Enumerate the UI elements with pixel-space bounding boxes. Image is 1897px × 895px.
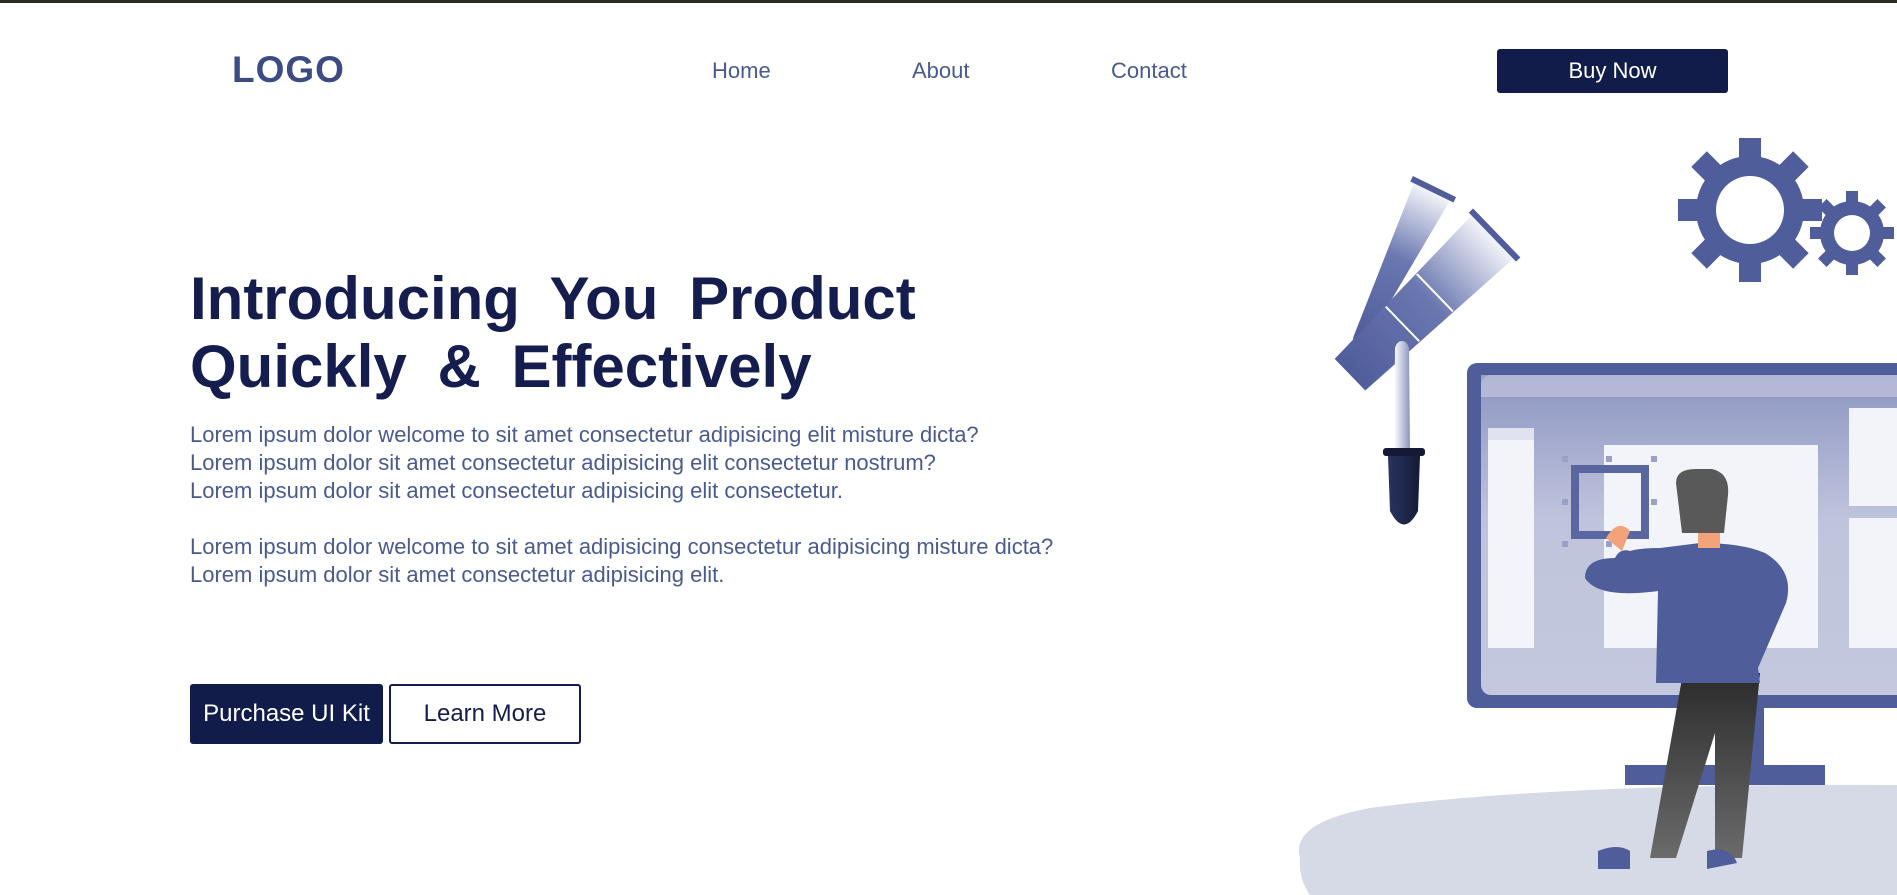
screen-panel [1488,428,1534,648]
paragraph-sentence: Lorem ipsum dolor sit amet consectetur a… [190,562,725,587]
ground-shape [1298,784,1897,895]
hero-paragraph-1: Lorem ipsum dolor welcome to sit amet co… [190,421,1080,505]
logo[interactable]: LOGO [232,49,345,91]
headline-line-2: Quickly & Effectively [190,333,812,400]
nav-contact[interactable]: Contact [1111,58,1187,84]
hero-headline: Introducing You Product Quickly & Effect… [190,265,950,401]
paragraph-line: Lorem ipsum dolor sit amet consectetur a… [190,478,843,503]
paragraph-line: Lorem ipsum dolor sit amet consectetur a… [190,450,936,475]
headline-line-1: Introducing You Product [190,265,916,332]
paragraph-sentence: Lorem ipsum dolor welcome to sit amet ad… [190,534,1054,559]
hero-paragraph-2: Lorem ipsum dolor welcome to sit amet ad… [190,533,1080,589]
purchase-ui-kit-button[interactable]: Purchase UI Kit [190,684,383,744]
gear-icon [1810,191,1894,275]
gear-icon [1678,138,1822,282]
screen-panel [1849,408,1897,506]
hero-illustration [1298,138,1897,895]
nav-about[interactable]: About [912,58,970,84]
buy-now-button[interactable]: Buy Now [1497,49,1728,93]
screen-panel [1849,518,1897,648]
learn-more-button[interactable]: Learn More [389,684,581,744]
nav-home[interactable]: Home [712,58,771,84]
paragraph-line: Lorem ipsum dolor welcome to sit amet co… [190,422,979,447]
